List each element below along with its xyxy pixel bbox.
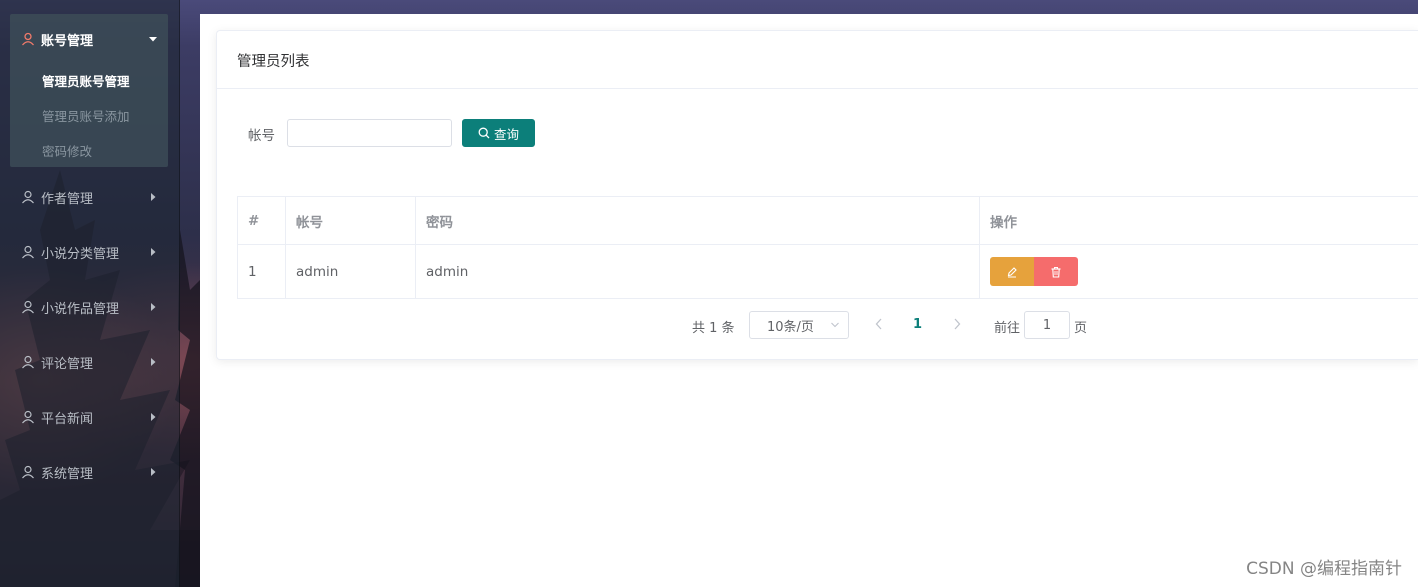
column-header-actions: 操作 — [990, 214, 1017, 231]
search-button-label: 查询 — [493, 126, 519, 142]
delete-button[interactable] — [1034, 257, 1078, 286]
caret-right-icon — [151, 303, 156, 311]
sidebar-group-label: 作者管理 — [41, 191, 94, 207]
table-header-row: # 帐号 密码 操作 — [238, 197, 1418, 245]
card-header: 管理员列表 — [217, 31, 1418, 89]
table-row: 1 admin admin — [238, 245, 1418, 299]
sidebar-group-label: 小说作品管理 — [41, 301, 120, 317]
user-icon — [22, 245, 34, 259]
sidebar-group-authors[interactable]: 作者管理 — [0, 177, 180, 217]
pagination: 共 1 条 10条/页 1 前往 页 — [217, 311, 1418, 339]
edit-button[interactable] — [990, 257, 1034, 286]
sidebar-group-label: 系统管理 — [41, 466, 94, 482]
sidebar: 账号管理 管理员账号管理 管理员账号添加 密码修改 作者管理 小说分类管理 小说… — [0, 0, 180, 587]
page-size-value: 10条/页 — [767, 319, 814, 335]
search-icon — [478, 127, 490, 139]
goto-suffix: 页 — [1074, 321, 1088, 336]
column-header-index: # — [238, 197, 286, 244]
watermark: CSDN @编程指南针 — [1246, 559, 1402, 579]
cell-index: 1 — [238, 245, 286, 298]
user-icon — [22, 355, 34, 369]
user-icon — [22, 190, 34, 204]
column-header-account: 帐号 — [286, 197, 416, 244]
chevron-down-icon — [831, 322, 839, 328]
sidebar-group-comments[interactable]: 评论管理 — [0, 342, 180, 382]
cell-account: admin — [286, 245, 416, 298]
search-label: 帐号 — [248, 128, 275, 144]
trash-icon — [1051, 266, 1061, 278]
edit-icon — [1007, 266, 1017, 277]
caret-right-icon — [151, 413, 156, 421]
goto-page-input[interactable] — [1024, 311, 1070, 339]
search-input[interactable] — [287, 119, 452, 147]
search-button[interactable]: 查询 — [462, 119, 535, 147]
sidebar-item-password-change[interactable]: 密码修改 — [42, 141, 92, 160]
sidebar-group-news[interactable]: 平台新闻 — [0, 397, 180, 437]
user-icon — [22, 32, 34, 46]
sidebar-group-system[interactable]: 系统管理 — [0, 452, 180, 492]
goto-label: 前往 — [994, 321, 1021, 336]
page-title: 管理员列表 — [237, 54, 310, 70]
admin-table: # 帐号 密码 操作 1 admin admin — [237, 196, 1418, 299]
page-number-current[interactable]: 1 — [913, 317, 922, 332]
caret-right-icon — [151, 468, 156, 476]
sidebar-group-novel-works[interactable]: 小说作品管理 — [0, 287, 180, 327]
sidebar-group-label: 小说分类管理 — [41, 246, 120, 262]
caret-right-icon — [151, 193, 156, 201]
column-header-password: 密码 — [416, 197, 980, 244]
user-icon — [22, 465, 34, 479]
main-content: 管理员列表 帐号 查询 # 帐号 密码 操作 1 admin admin 共 1… — [200, 14, 1418, 587]
caret-down-icon — [149, 37, 157, 42]
pagination-total: 共 1 条 — [692, 321, 735, 336]
chevron-left-icon[interactable] — [873, 317, 885, 331]
admin-list-card: 管理员列表 帐号 查询 # 帐号 密码 操作 1 admin admin 共 1… — [216, 30, 1418, 360]
page-size-select[interactable]: 10条/页 — [749, 311, 849, 339]
sidebar-group-label: 账号管理 — [41, 33, 94, 49]
sidebar-group-label: 平台新闻 — [41, 411, 94, 427]
caret-right-icon — [151, 358, 156, 366]
sidebar-group-label: 评论管理 — [41, 356, 94, 372]
user-icon — [22, 410, 34, 424]
sidebar-item-admin-accounts[interactable]: 管理员账号管理 — [42, 71, 130, 90]
cell-actions — [980, 245, 1418, 298]
user-icon — [22, 300, 34, 314]
sidebar-item-admin-add[interactable]: 管理员账号添加 — [42, 106, 130, 125]
caret-right-icon — [151, 248, 156, 256]
cell-password: admin — [416, 245, 980, 298]
chevron-right-icon[interactable] — [951, 317, 963, 331]
sidebar-group-account[interactable]: 账号管理 — [0, 19, 180, 59]
sidebar-group-novel-categories[interactable]: 小说分类管理 — [0, 232, 180, 272]
